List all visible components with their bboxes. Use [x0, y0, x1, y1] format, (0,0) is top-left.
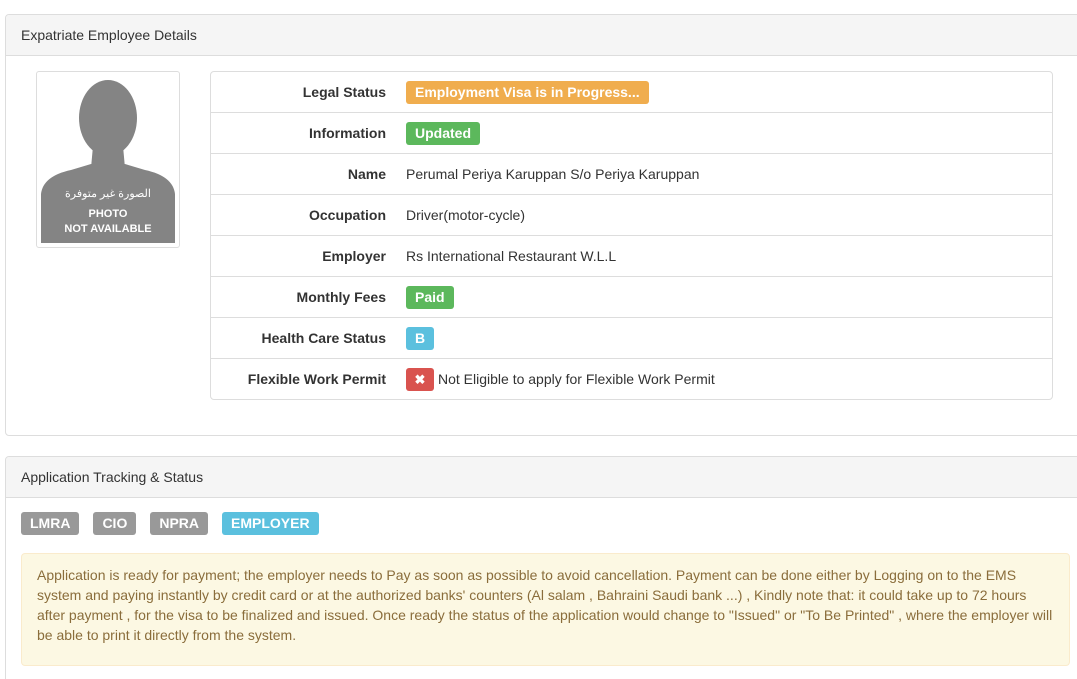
monthly-fees-label: Monthly Fees	[296, 289, 386, 305]
flexible-permit-row: Flexible Work Permit ✖ Not Eligible to a…	[211, 358, 1052, 399]
tag-cio: CIO	[93, 512, 137, 535]
tag-lmra: LMRA	[21, 512, 80, 535]
flexible-permit-label: Flexible Work Permit	[247, 371, 386, 387]
photo-caption-line2: NOT AVAILABLE	[64, 223, 152, 235]
monthly-fees-row: Monthly Fees Paid	[211, 276, 1052, 317]
x-icon: ✖	[406, 367, 434, 391]
health-care-label: Health Care Status	[261, 330, 386, 346]
name-value: Perumal Periya Karuppan S/o Periya Karup…	[406, 166, 700, 182]
photo-placeholder: الصورة غير متوفرة PHOTO NOT AVAILABLE	[41, 76, 175, 243]
monthly-fees-badge: Paid	[406, 285, 454, 309]
information-row: Information Updated	[211, 112, 1052, 153]
tracking-stage-tags: LMRA CIO NPRA EMPLOYER	[21, 512, 333, 535]
employee-photo: الصورة غير متوفرة PHOTO NOT AVAILABLE	[36, 71, 180, 248]
tag-employer: EMPLOYER	[222, 512, 319, 535]
application-tracking-panel: Application Tracking & Status LMRA CIO N…	[5, 456, 1077, 679]
payment-status-alert: Application is ready for payment; the em…	[21, 553, 1070, 666]
occupation-value: Driver(motor-cycle)	[406, 207, 525, 223]
employee-info-table: Legal Status Employment Visa is in Progr…	[210, 71, 1053, 400]
occupation-row: Occupation Driver(motor-cycle)	[211, 194, 1052, 235]
employer-label: Employer	[322, 248, 386, 264]
application-tracking-heading: Application Tracking & Status	[6, 457, 1077, 498]
name-label: Name	[347, 166, 386, 182]
information-label: Information	[309, 125, 386, 141]
legal-status-label: Legal Status	[302, 84, 386, 100]
information-badge: Updated	[406, 121, 480, 145]
health-care-row: Health Care Status B	[211, 317, 1052, 358]
employer-value: Rs International Restaurant W.L.L	[406, 248, 617, 264]
occupation-label: Occupation	[308, 207, 386, 223]
employee-details-heading: Expatriate Employee Details	[6, 15, 1077, 56]
tag-npra: NPRA	[150, 512, 208, 535]
photo-caption-line1: PHOTO	[88, 208, 128, 220]
legal-status-row: Legal Status Employment Visa is in Progr…	[211, 72, 1052, 113]
legal-status-badge: Employment Visa is in Progress...	[406, 80, 649, 104]
flexible-permit-value: Not Eligible to apply for Flexible Work …	[438, 371, 715, 387]
photo-arabic-text: الصورة غير متوفرة	[65, 188, 151, 200]
employer-row: Employer Rs International Restaurant W.L…	[211, 235, 1052, 276]
health-care-badge: B	[406, 326, 435, 350]
name-row: Name Perumal Periya Karuppan S/o Periya …	[211, 153, 1052, 194]
employee-details-panel: Expatriate Employee Details الصورة غير م…	[5, 14, 1077, 436]
